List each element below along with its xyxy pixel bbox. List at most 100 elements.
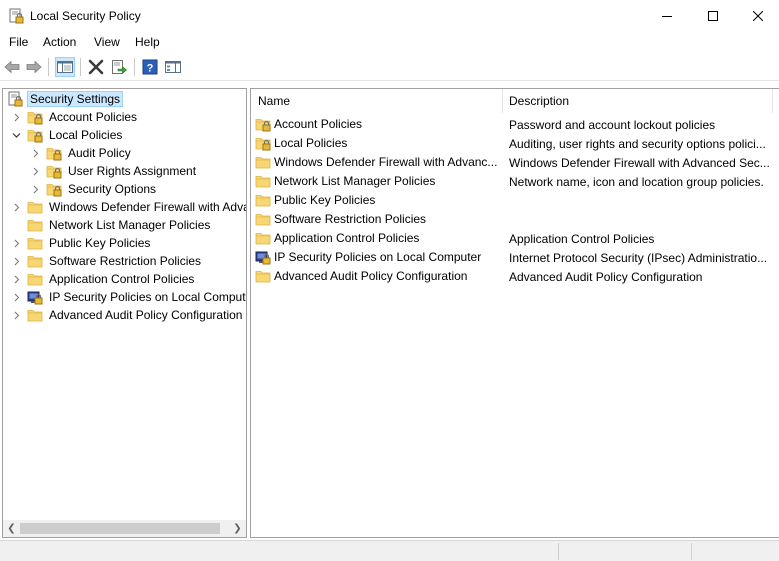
list-item[interactable]: Advanced Audit Policy Configuration Advan… xyxy=(255,267,775,286)
export-list-icon xyxy=(112,60,127,74)
folder-lock-icon xyxy=(46,166,62,179)
list-item-description: Password and account lockout policies xyxy=(509,118,716,132)
scroll-thumb[interactable] xyxy=(20,523,220,534)
chevron-right-icon[interactable] xyxy=(11,292,21,302)
list-item[interactable]: Account Policies Password and account loc… xyxy=(255,115,775,134)
maximize-button[interactable] xyxy=(690,0,736,32)
list-item-name: Software Restriction Policies xyxy=(274,212,427,226)
close-button[interactable] xyxy=(736,0,779,32)
folder-icon xyxy=(27,202,43,214)
chevron-right-icon[interactable] xyxy=(11,238,21,248)
tree-item[interactable]: IP Security Policies on Local Compute xyxy=(27,288,247,306)
list-item[interactable]: Software Restriction Policies xyxy=(255,210,775,229)
results-pane[interactable]: Name Description Account Policies Passwor… xyxy=(250,88,779,538)
scroll-left-button[interactable]: ❮ xyxy=(3,520,20,537)
list-item-description: Windows Defender Firewall with Advanced … xyxy=(509,156,770,170)
list-item[interactable]: Windows Defender Firewall with Advanc...… xyxy=(255,153,775,172)
list-item-name-cell: Advanced Audit Policy Configuration xyxy=(255,268,503,284)
tree-item-label: IP Security Policies on Local Compute xyxy=(49,290,247,304)
list-item[interactable]: Local Policies Auditing, user rights and … xyxy=(255,134,775,153)
list-item-name-cell: Software Restriction Policies xyxy=(255,211,503,227)
scroll-right-button[interactable]: ❯ xyxy=(229,520,246,537)
list-item-name-cell: Application Control Policies xyxy=(255,230,503,246)
folder-lock-icon xyxy=(46,148,62,161)
tree-item[interactable]: Security Options xyxy=(46,180,158,198)
chevron-right-icon[interactable] xyxy=(11,256,21,266)
tree-item-label: Windows Defender Firewall with Adva xyxy=(49,200,247,214)
folder-icon xyxy=(255,233,271,245)
delete-button[interactable] xyxy=(86,57,106,77)
list-item-description: Advanced Audit Policy Configuration xyxy=(509,270,703,284)
tree-item[interactable]: User Rights Assignment xyxy=(46,162,198,180)
export-list-button[interactable] xyxy=(109,57,129,77)
console-tree[interactable]: Security Settings Account Policies Local … xyxy=(2,88,247,538)
tree-item[interactable]: Advanced Audit Policy Configuration xyxy=(27,306,244,324)
folder-icon xyxy=(27,274,43,286)
tree-item-label: Security Options xyxy=(68,182,157,196)
tree-item-label: Audit Policy xyxy=(68,146,131,160)
maximize-icon xyxy=(708,11,718,21)
back-arrow-icon xyxy=(4,60,20,74)
menu-view[interactable]: View xyxy=(94,35,120,49)
folder-lock-icon xyxy=(255,119,271,132)
list-item-name-cell: IP Security Policies on Local Computer xyxy=(255,249,503,265)
tree-item-label: Local Policies xyxy=(49,128,123,142)
column-header-name[interactable]: Name xyxy=(251,89,502,113)
forward-arrow-icon xyxy=(26,60,42,74)
tree-item[interactable]: Software Restriction Policies xyxy=(27,252,203,270)
tree-item[interactable]: Application Control Policies xyxy=(27,270,196,288)
chevron-right-icon[interactable] xyxy=(11,112,21,122)
toolbar-separator xyxy=(134,58,135,76)
forward-button[interactable] xyxy=(24,57,44,77)
delete-icon xyxy=(88,59,104,75)
list-item[interactable]: IP Security Policies on Local Computer In… xyxy=(255,248,775,267)
folder-icon xyxy=(27,256,43,268)
menu-bar: File Action View Help xyxy=(0,32,779,53)
list-item-name: Network List Manager Policies xyxy=(274,174,436,188)
column-header-description[interactable]: Description xyxy=(502,89,772,113)
menu-help[interactable]: Help xyxy=(135,35,160,49)
menu-action[interactable]: Action xyxy=(43,35,76,49)
chevron-right-icon[interactable] xyxy=(30,184,40,194)
tree-item[interactable]: Windows Defender Firewall with Adva xyxy=(27,198,247,216)
folder-icon xyxy=(27,220,43,232)
list-item[interactable]: Public Key Policies xyxy=(255,191,775,210)
ipsec-policy-icon xyxy=(255,251,271,265)
chevron-right-icon[interactable] xyxy=(11,310,21,320)
list-item-name: Advanced Audit Policy Configuration xyxy=(274,269,468,283)
folder-lock-icon xyxy=(46,184,62,197)
title-bar: Local Security Policy xyxy=(0,0,779,32)
status-bar xyxy=(0,540,779,561)
window-title: Local Security Policy xyxy=(30,9,141,23)
tree-horizontal-scrollbar[interactable]: ❮ ❯ xyxy=(3,520,246,537)
list-item-name: Windows Defender Firewall with Advanc... xyxy=(274,155,498,169)
chevron-right-icon[interactable] xyxy=(30,166,40,176)
column-divider[interactable] xyxy=(772,89,773,113)
list-item-description: Internet Protocol Security (IPsec) Admin… xyxy=(509,251,768,265)
tree-item[interactable]: Local Policies xyxy=(27,126,124,144)
show-hide-tree-button[interactable] xyxy=(55,57,75,77)
list-item[interactable]: Network List Manager Policies Network nam… xyxy=(255,172,775,191)
tree-item[interactable]: Network List Manager Policies xyxy=(27,216,212,234)
list-item-description: Network name, icon and location group po… xyxy=(509,175,764,189)
folder-lock-icon xyxy=(27,130,43,143)
list-item-name-cell: Public Key Policies xyxy=(255,192,503,208)
list-item-name-cell: Account Policies xyxy=(255,116,503,132)
chevron-right-icon[interactable] xyxy=(30,148,40,158)
tree-item[interactable]: Audit Policy xyxy=(46,144,133,162)
chevron-down-icon[interactable] xyxy=(11,130,21,140)
menu-file[interactable]: File xyxy=(9,35,28,49)
tree-item[interactable]: Public Key Policies xyxy=(27,234,152,252)
list-item[interactable]: Application Control Policies Application … xyxy=(255,229,775,248)
tree-item[interactable]: Account Policies xyxy=(27,108,139,126)
tree-item-security-settings[interactable]: Security Settings xyxy=(7,90,124,108)
help-button[interactable]: ? xyxy=(140,57,160,77)
chevron-right-icon[interactable] xyxy=(11,202,21,212)
back-button[interactable] xyxy=(2,57,22,77)
properties-button[interactable] xyxy=(163,57,183,77)
list-item-description: Auditing, user rights and security optio… xyxy=(509,137,766,151)
folder-icon xyxy=(255,214,271,226)
minimize-button[interactable] xyxy=(644,0,690,32)
chevron-right-icon[interactable] xyxy=(11,274,21,284)
status-divider xyxy=(558,543,559,560)
